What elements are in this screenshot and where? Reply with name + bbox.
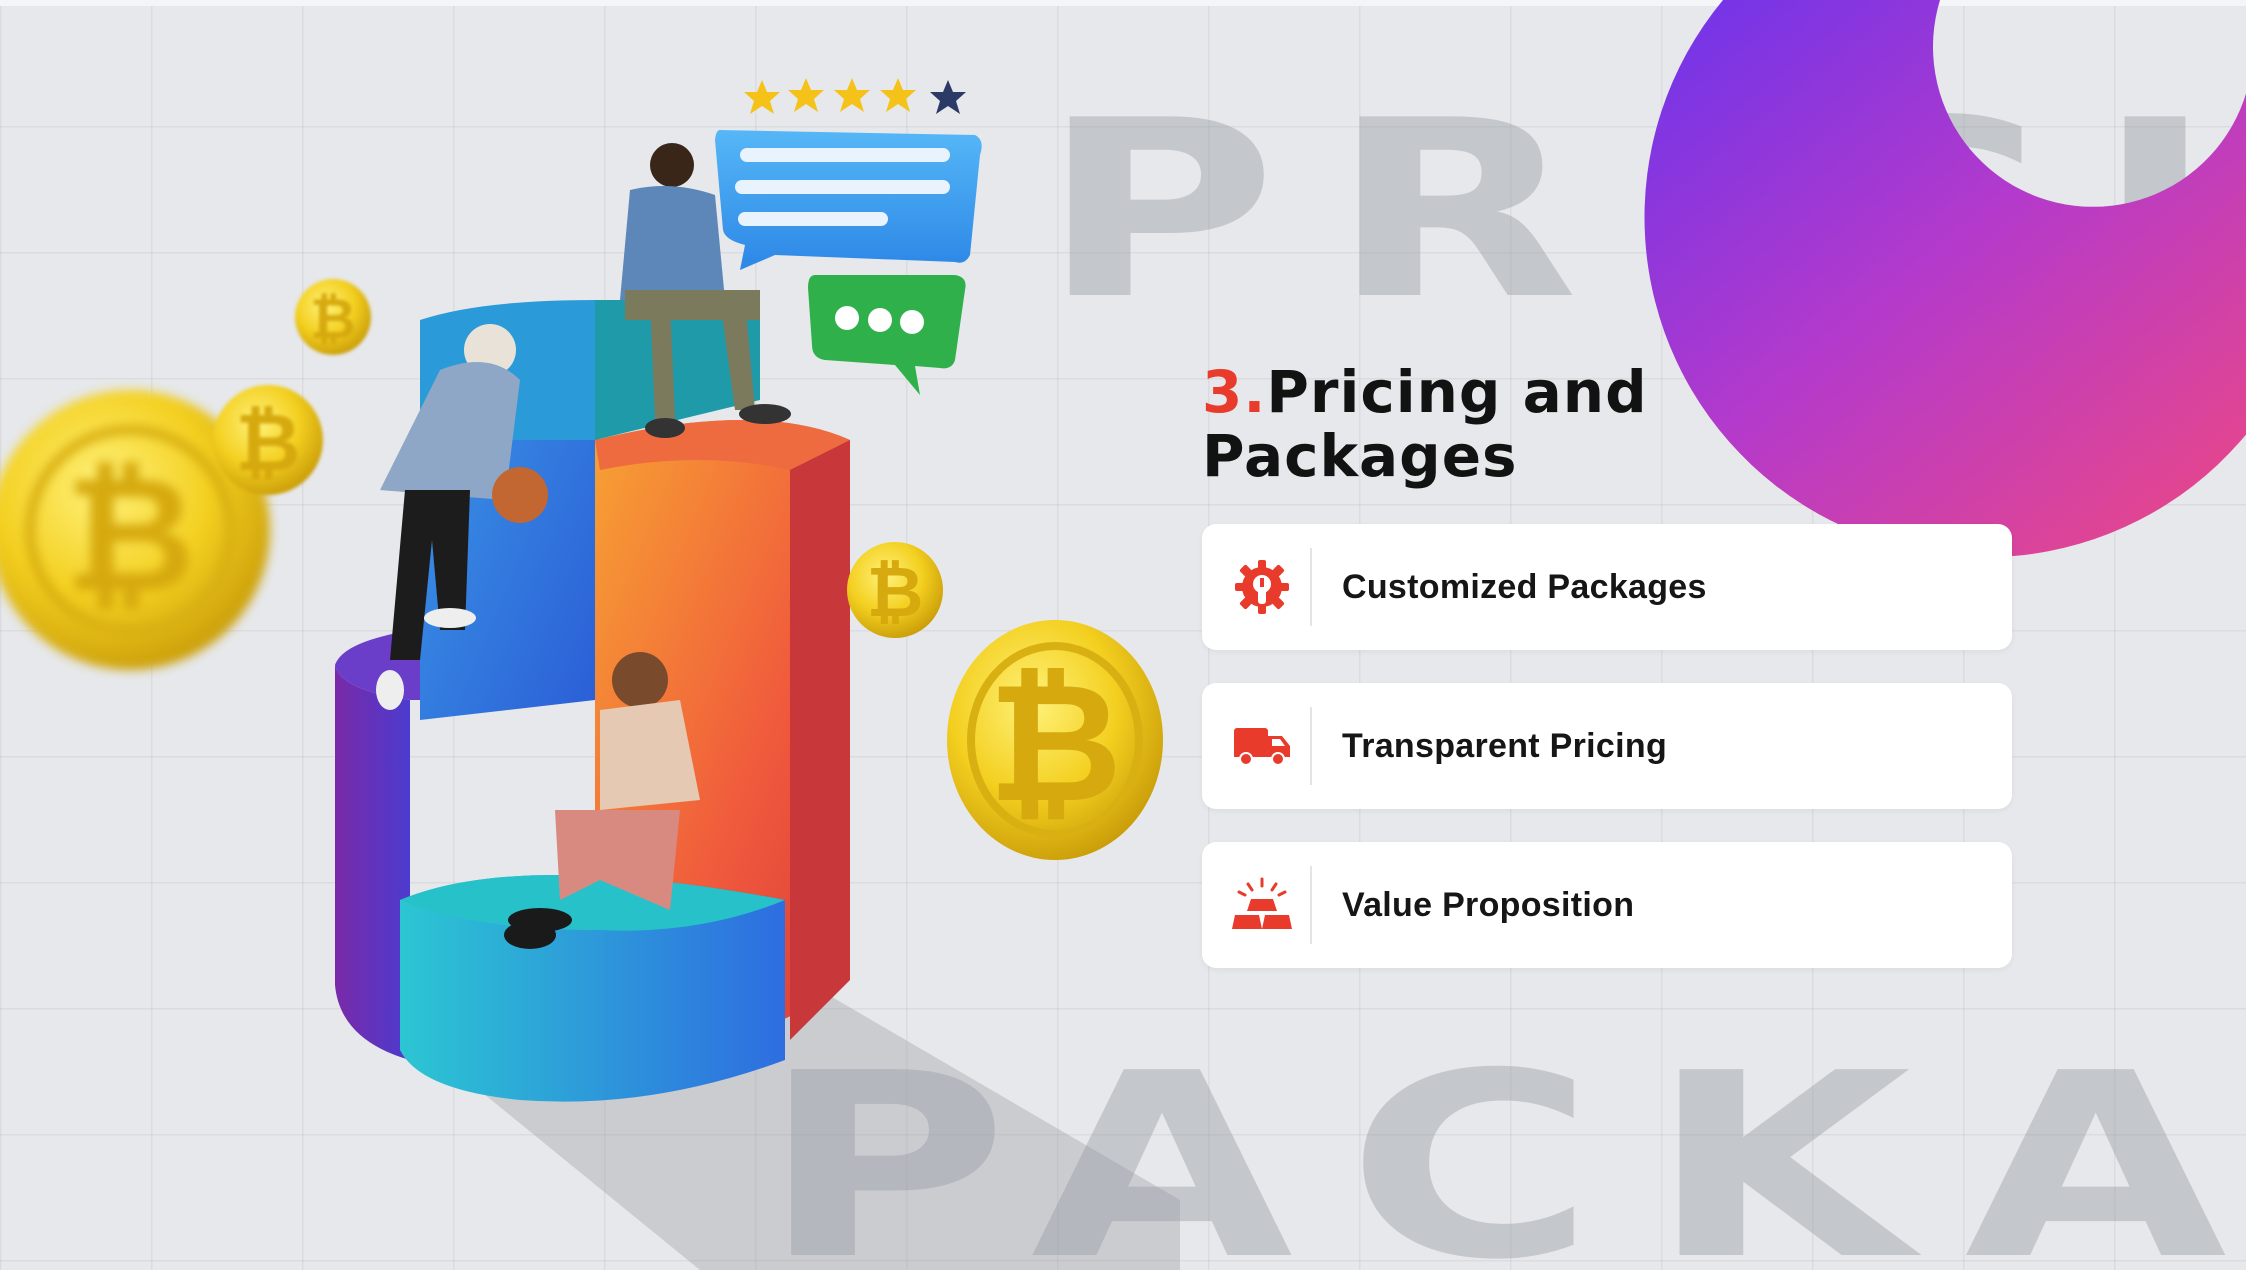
star-icon [930,80,966,114]
svg-text:₿: ₿ [988,647,1122,839]
card-transparent-pricing[interactable]: Transparent Pricing [1202,683,2012,809]
card-customized-packages[interactable]: Customized Packages [1202,524,2012,650]
svg-text:₿: ₿ [866,551,923,633]
slide: PRICING [0,0,2246,1270]
star-icon [744,80,780,114]
title-line2: Packages [1202,422,1518,490]
gold-bars-icon [1230,875,1294,935]
title-line1: Pricing and [1266,358,1648,426]
svg-text:₿: ₿ [65,441,195,628]
divider [1310,548,1312,626]
star-icon [834,78,870,112]
watermark-bottom: PACKAGE [760,1019,2246,1270]
bitcoin-coin-icon: ₿ [947,620,1163,860]
card-label: Customized Packages [1342,568,1707,606]
rating-stars [744,78,966,114]
divider [1310,866,1312,944]
bitcoin-coin-icon: ₿ [295,279,371,355]
svg-text:₿: ₿ [310,287,356,352]
star-icon [880,78,916,112]
page-title: 3.Pricing and Packages [1202,360,1648,488]
star-icon [788,78,824,112]
divider [1310,707,1312,785]
card-label: Transparent Pricing [1342,727,1668,765]
card-label: Value Proposition [1342,886,1635,924]
delivery-truck-icon [1230,716,1294,776]
bitcoin-coin-icon: ₿ [847,542,943,638]
card-value-proposition[interactable]: Value Proposition [1202,842,2012,968]
bitcoin-coin-icon: ₿ [213,385,323,495]
gear-wrench-icon [1230,557,1294,617]
title-number: 3. [1202,358,1267,426]
svg-text:₿: ₿ [235,396,300,489]
